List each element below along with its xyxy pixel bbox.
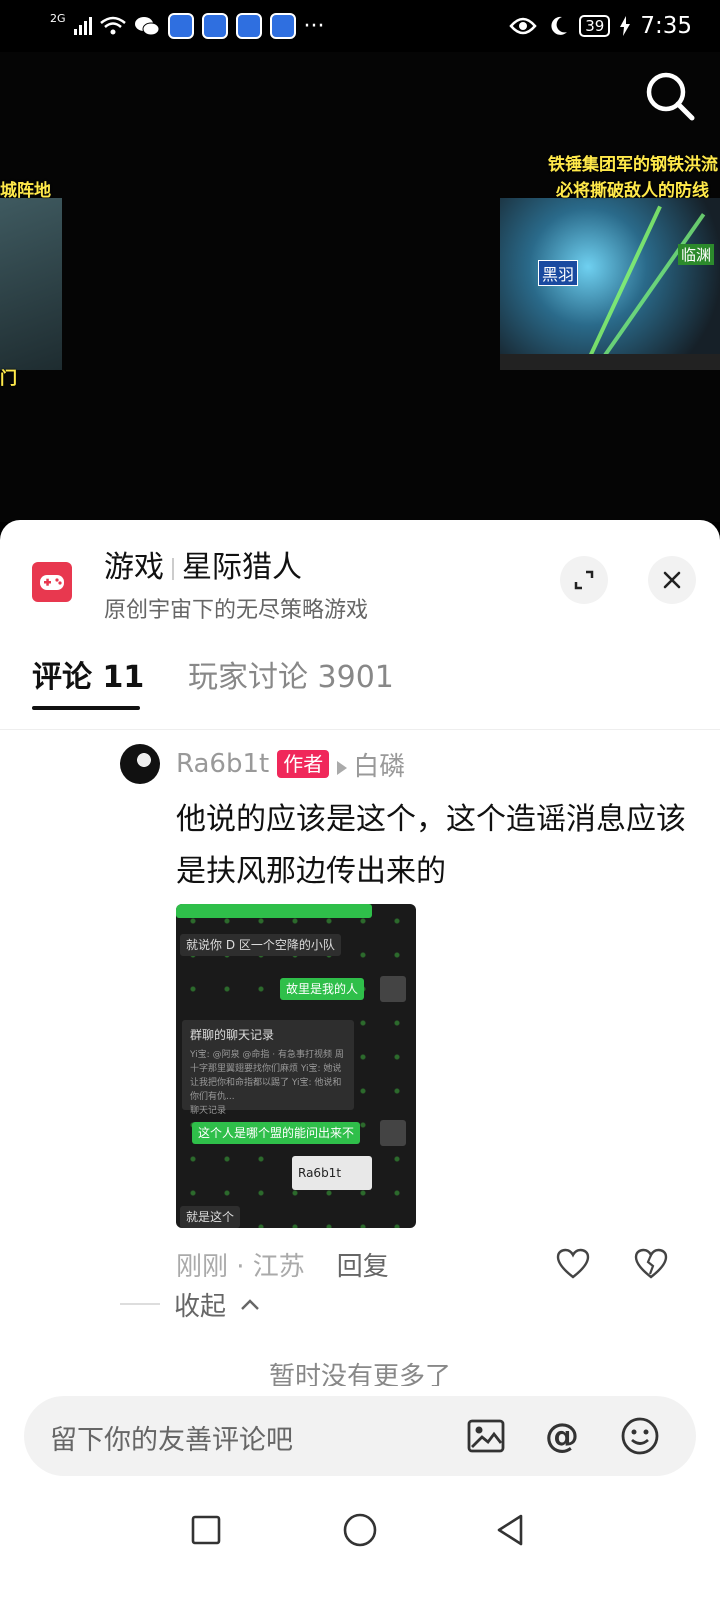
avatar[interactable] [120,744,160,784]
video-caption: 铁锤集团军的钢铁洪流 [548,155,718,175]
video-caption: 城阵地 [0,181,51,201]
chat-record-title: 群聊的聊天记录 [190,1028,275,1042]
author-name[interactable]: Ra6b1t [176,749,269,779]
like-button[interactable] [556,1248,590,1284]
reply-to-name: 白磷 [353,751,406,782]
video-caption: 门 [0,369,17,389]
status-left: 2G ··· [50,11,325,39]
sheet-header: 游戏 星际猎人 原创宇宙下的无尽策略游戏 [0,520,720,640]
back-button[interactable] [490,1510,530,1550]
comment-time-location: 刚刚 · 江苏 [176,1251,305,1282]
chat-bubble: 故里是我的人 [280,978,365,1000]
wifi-icon [99,16,126,35]
wechat-icon [134,17,160,36]
image-icon [467,1419,505,1453]
expand-button[interactable] [560,556,608,604]
tab-player-discussion[interactable]: 玩家讨论 3901 [188,652,394,696]
close-button[interactable] [648,556,696,604]
game-controller-icon [32,562,72,602]
broken-heart-icon [634,1248,668,1279]
chat-record-footer: 聊天记录 [190,1106,227,1116]
chat-avatar [380,1120,406,1146]
triangle-back-icon [497,1514,523,1546]
reply-to-user[interactable]: 白磷 [337,746,405,783]
video-thumbnail-left[interactable] [0,198,62,370]
comment-input-placeholder: 留下你的友善评论吧 [50,1425,293,1456]
unit-tag: 黑羽 [538,260,579,286]
system-nav-bar [0,1480,720,1600]
tab-comments[interactable]: 评论 11 [32,652,144,696]
shield-app-icon [269,13,296,39]
emoji-icon [621,1417,659,1455]
chat-record-card: 群聊的聊天记录 Yi宝: @阿泉 @命指 · 有急事打视频 周十字那里翼翅要找你… [182,1020,354,1116]
tab-bar: 评论 11 玩家讨论 3901 [0,644,720,730]
reply-arrow-icon [337,760,348,775]
comment-author-row: Ra6b1t 作者 白磷 [176,744,405,784]
network-type: 2G [50,11,66,25]
author-badge: 作者 [277,750,330,778]
mention-button[interactable]: @ [540,1414,584,1458]
chat-bubble: 就说你 D 区一个空降的小队 [180,934,341,956]
game-subtitle: 原创宇宙下的无尽策略游戏 [104,598,369,623]
square-icon [191,1515,221,1545]
baidu-icon [235,13,262,39]
game-toolbar-strip [500,354,720,370]
comment-sheet: 游戏 星际猎人 原创宇宙下的无尽策略游戏 评论 11 玩家讨论 3901 Ra6b… [0,520,720,1600]
recent-apps-button[interactable] [186,1510,226,1550]
status-right: 39 7:35 [509,13,692,39]
dislike-button[interactable] [634,1248,668,1284]
status-bar: 2G ··· 39 7:35 [0,0,720,52]
image-button[interactable] [464,1414,508,1458]
chevron-up-icon [241,1299,259,1310]
comment-image[interactable]: 就说你 D 区一个空降的小队 故里是我的人 群聊的聊天记录 Yi宝: @阿泉 @… [176,904,416,1228]
active-tab-indicator [32,706,140,710]
collapse-divider [120,1303,160,1305]
chat-record-lines: Yi宝: @阿泉 @命指 · 有急事打视频 周十字那里翼翅要找你们麻烦 Yi宝:… [190,1050,344,1102]
circle-icon [343,1513,377,1547]
chat-profile-card: Ra6b1t [292,1156,372,1190]
game-title[interactable]: 游戏 星际猎人 [104,542,302,586]
video-thumbnail-right[interactable]: 黑羽 临渊 [500,198,720,370]
reply-button[interactable]: 回复 [337,1246,389,1283]
chat-avatar [380,976,406,1002]
laser-beam [598,213,706,363]
comment-input[interactable]: 留下你的友善评论吧 @ [24,1396,696,1476]
collapse-replies[interactable]: 收起 [120,1284,260,1324]
chat-bubble: 这个人是哪个盟的能问出来不 [192,1122,361,1144]
chat-bubble [176,904,372,918]
title-divider [172,557,174,580]
comment-text: 他说的应该是这个，这个造谣消息应该是扶风那边传出来的 [176,802,686,889]
expand-icon [574,570,594,590]
app-icon [201,13,228,39]
battery-icon: 39 [579,15,611,37]
clock: 7:35 [640,13,692,39]
search-icon [646,72,695,121]
moon-icon [551,16,568,35]
home-button[interactable] [340,1510,380,1550]
chat-bubble: 就是这个 [180,1206,241,1228]
unit-tag: 临渊 [677,244,714,265]
signal-icon [73,17,92,35]
video-caption: 必将撕破敌人的防线 [556,181,709,201]
collapse-label: 收起 [174,1291,227,1322]
eye-icon [509,17,537,35]
charging-icon [620,16,631,36]
heart-icon [556,1248,590,1279]
search-button[interactable] [642,68,698,124]
more-notifications-icon: ··· [303,13,325,39]
app-icon [167,13,194,39]
emoji-button[interactable] [618,1414,662,1458]
close-icon [663,571,681,589]
game-name: 星际猎人 [182,550,302,585]
comment-meta: 刚刚 · 江苏 回复 [176,1244,696,1284]
no-more-text: 暂时没有更多了 [268,1362,451,1386]
category-label: 游戏 [104,550,164,585]
